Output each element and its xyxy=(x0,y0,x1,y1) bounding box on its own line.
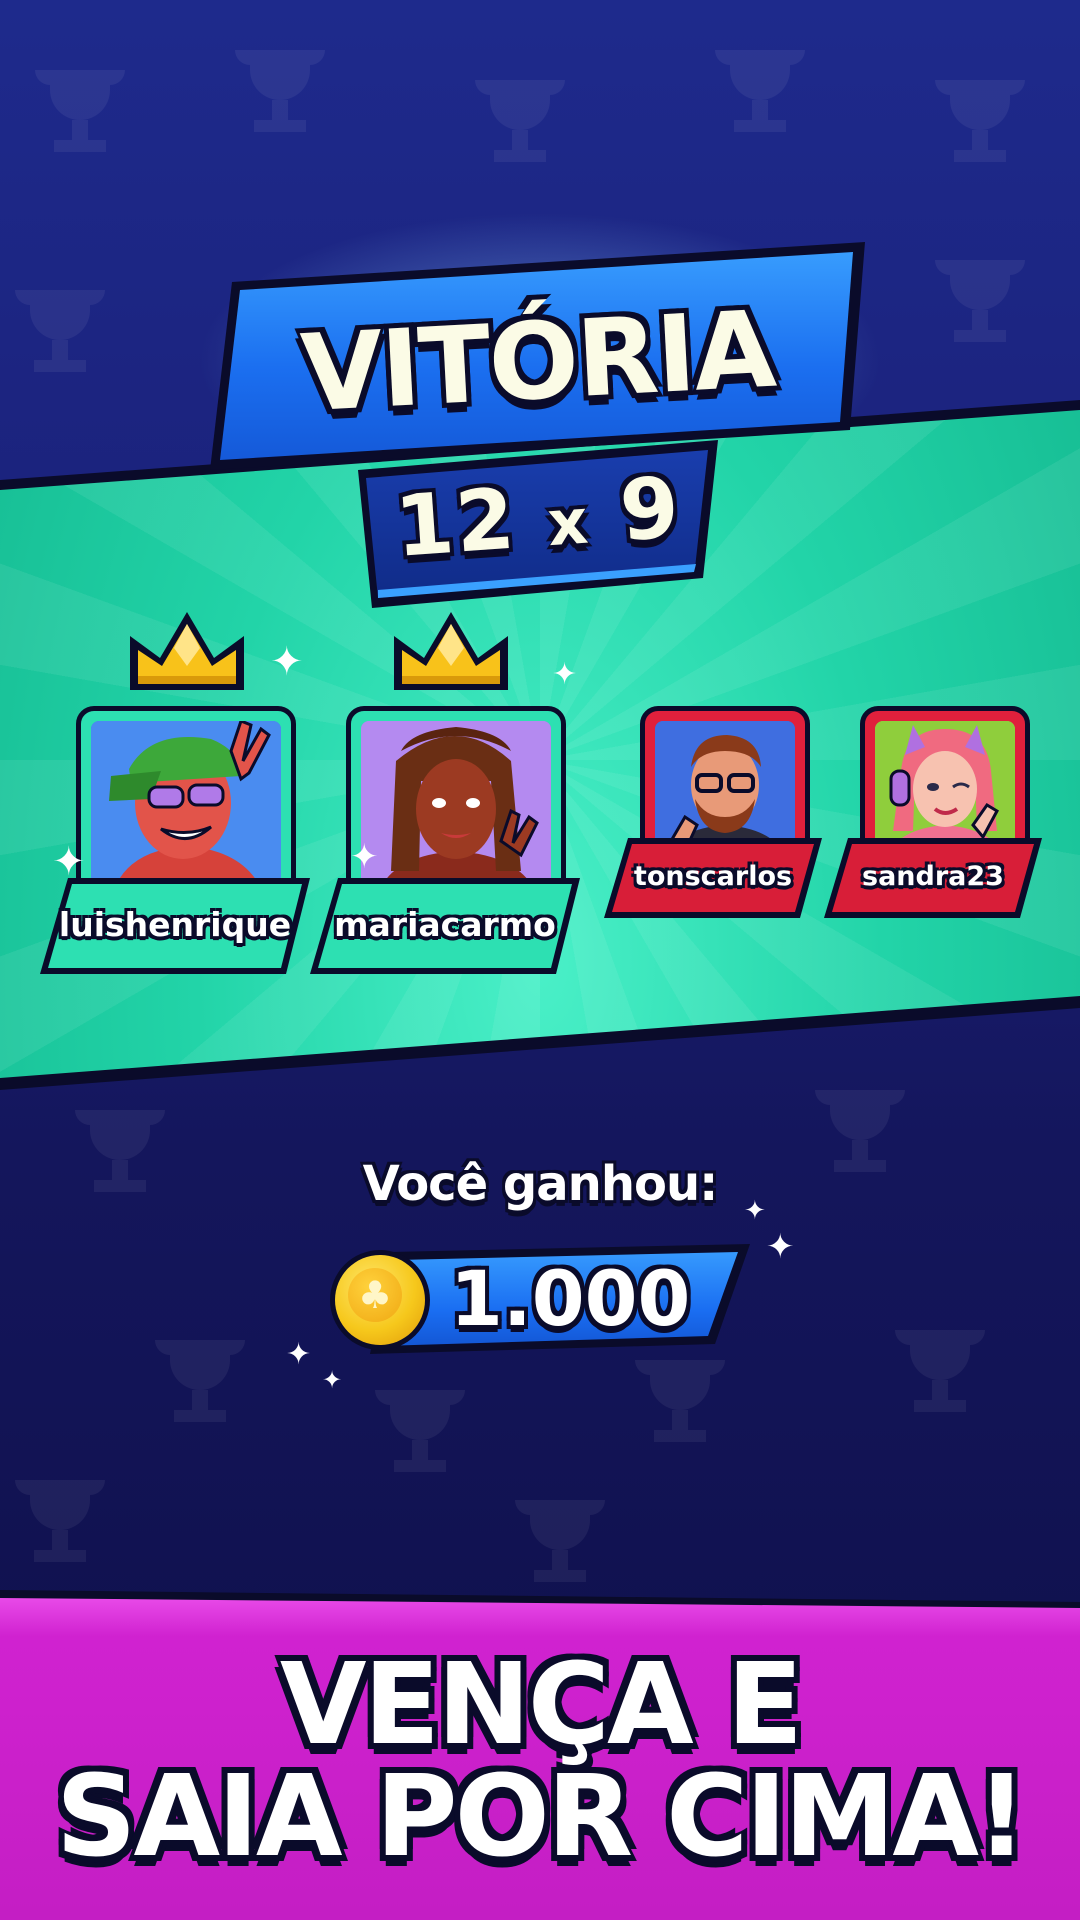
player-name-plate: luishenrique xyxy=(40,878,310,974)
player-name: sandra23 xyxy=(862,860,1004,892)
promo-slogan-line2: SAIA POR CIMA! xyxy=(55,1752,1027,1882)
reward-amount-bar: ♣ 1.000 xyxy=(330,1240,750,1360)
sparkle-icon: ✦ xyxy=(52,839,86,885)
avatar-green-cap-sunglasses-icon xyxy=(91,721,281,901)
player-card-tonscarlos[interactable]: tonscarlos xyxy=(604,706,822,918)
victory-banner: VITÓRIA xyxy=(210,242,865,470)
crown-icon xyxy=(394,612,508,690)
sparkle-icon: ✦ xyxy=(322,1366,343,1394)
player-name-plate: tonscarlos xyxy=(604,838,822,918)
reward-label: Você ganhou: xyxy=(362,1156,719,1212)
player-name-plate: mariacarmo xyxy=(310,878,580,974)
avatar-frame xyxy=(76,706,296,906)
sparkle-icon: ✦ xyxy=(552,657,578,692)
player-name: tonscarlos xyxy=(633,860,793,892)
avatar-beard-glasses-icon xyxy=(655,721,795,857)
reward-amount: 1.000 xyxy=(450,1254,691,1343)
sparkle-icon: ✦ xyxy=(270,639,304,685)
club-coin-icon: ♣ xyxy=(330,1250,430,1350)
promo-slogan-line1: VENÇA E xyxy=(279,1640,803,1770)
avatar-frame xyxy=(346,706,566,906)
player-card-sandra23[interactable]: sandra23 xyxy=(824,706,1042,918)
player-name: mariacarmo xyxy=(334,904,556,944)
sparkle-icon: ✦ xyxy=(350,837,379,877)
player-name-plate: sandra23 xyxy=(824,838,1042,918)
avatar-braids-icon xyxy=(361,721,551,901)
score-plate: 12 x 9 xyxy=(358,440,718,608)
avatar-pink-hair-headphones-icon xyxy=(875,721,1015,857)
sparkle-icon: ✦ xyxy=(766,1227,795,1267)
player-name: luishenrique xyxy=(58,904,292,944)
crown-icon xyxy=(130,612,244,690)
sparkle-icon: ✦ xyxy=(286,1337,312,1372)
